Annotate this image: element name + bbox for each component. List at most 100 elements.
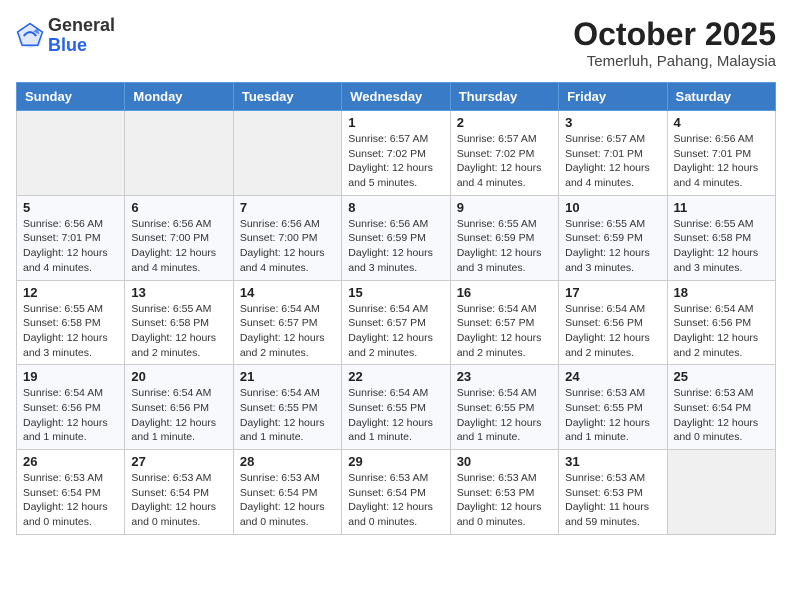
day-number: 16 (457, 285, 552, 300)
calendar-cell (17, 111, 125, 196)
calendar-cell: 26Sunrise: 6:53 AM Sunset: 6:54 PM Dayli… (17, 450, 125, 535)
calendar-cell: 7 Sunrise: 6:56 AM Sunset: 7:00 PM Daylig… (233, 195, 341, 280)
calendar-cell: 19Sunrise: 6:54 AM Sunset: 6:56 PM Dayli… (17, 365, 125, 450)
calendar-cell: 5 Sunrise: 6:56 AM Sunset: 7:01 PM Daylig… (17, 195, 125, 280)
title-block: October 2025 Temerluh, Pahang, Malaysia (573, 16, 776, 70)
day-info: Sunrise: 6:56 AM Sunset: 6:59 PM Dayligh… (348, 217, 443, 276)
day-info: Sunrise: 6:53 AM Sunset: 6:54 PM Dayligh… (674, 386, 769, 445)
calendar-cell: 18Sunrise: 6:54 AM Sunset: 6:56 PM Dayli… (667, 280, 775, 365)
calendar-cell: 17 Sunrise: 6:54 AM Sunset: 6:56 PM Dayli… (559, 280, 667, 365)
calendar-week-row: 19Sunrise: 6:54 AM Sunset: 6:56 PM Dayli… (17, 365, 776, 450)
calendar-cell: 10Sunrise: 6:55 AM Sunset: 6:59 PM Dayli… (559, 195, 667, 280)
day-number: 11 (674, 200, 769, 215)
calendar-cell: 14 Sunrise: 6:54 AM Sunset: 6:57 PM Dayli… (233, 280, 341, 365)
calendar-cell: 9 Sunrise: 6:55 AM Sunset: 6:59 PM Daylig… (450, 195, 558, 280)
location: Temerluh, Pahang, Malaysia (573, 53, 776, 70)
calendar-cell: 4 Sunrise: 6:56 AM Sunset: 7:01 PM Daylig… (667, 111, 775, 196)
day-info: Sunrise: 6:53 AM Sunset: 6:54 PM Dayligh… (131, 471, 226, 530)
day-info: Sunrise: 6:55 AM Sunset: 6:59 PM Dayligh… (565, 217, 660, 276)
page-header: General Blue October 2025 Temerluh, Paha… (16, 16, 776, 70)
calendar-cell: 20 Sunrise: 6:54 AM Sunset: 6:56 PM Dayli… (125, 365, 233, 450)
day-number: 7 (240, 200, 335, 215)
day-info: Sunrise: 6:53 AM Sunset: 6:53 PM Dayligh… (565, 471, 660, 530)
calendar-cell: 2 Sunrise: 6:57 AM Sunset: 7:02 PM Daylig… (450, 111, 558, 196)
day-number: 1 (348, 115, 443, 130)
calendar-table: SundayMondayTuesdayWednesdayThursdayFrid… (16, 82, 776, 535)
day-info: Sunrise: 6:57 AM Sunset: 7:01 PM Dayligh… (565, 132, 660, 191)
day-info: Sunrise: 6:54 AM Sunset: 6:56 PM Dayligh… (674, 302, 769, 361)
day-number: 23 (457, 369, 552, 384)
calendar-cell (125, 111, 233, 196)
calendar-week-row: 12 Sunrise: 6:55 AM Sunset: 6:58 PM Dayli… (17, 280, 776, 365)
day-info: Sunrise: 6:53 AM Sunset: 6:55 PM Dayligh… (565, 386, 660, 445)
day-number: 12 (23, 285, 118, 300)
day-number: 28 (240, 454, 335, 469)
day-info: Sunrise: 6:56 AM Sunset: 7:00 PM Dayligh… (131, 217, 226, 276)
calendar-cell: 8 Sunrise: 6:56 AM Sunset: 6:59 PM Daylig… (342, 195, 450, 280)
day-info: Sunrise: 6:55 AM Sunset: 6:58 PM Dayligh… (131, 302, 226, 361)
day-header-friday: Friday (559, 83, 667, 111)
day-number: 25 (674, 369, 769, 384)
day-number: 4 (674, 115, 769, 130)
day-header-saturday: Saturday (667, 83, 775, 111)
calendar-cell: 1 Sunrise: 6:57 AM Sunset: 7:02 PM Daylig… (342, 111, 450, 196)
day-info: Sunrise: 6:56 AM Sunset: 7:01 PM Dayligh… (23, 217, 118, 276)
day-info: Sunrise: 6:54 AM Sunset: 6:57 PM Dayligh… (348, 302, 443, 361)
day-header-thursday: Thursday (450, 83, 558, 111)
calendar-cell: 23Sunrise: 6:54 AM Sunset: 6:55 PM Dayli… (450, 365, 558, 450)
calendar-header-row: SundayMondayTuesdayWednesdayThursdayFrid… (17, 83, 776, 111)
day-info: Sunrise: 6:56 AM Sunset: 7:01 PM Dayligh… (674, 132, 769, 191)
day-info: Sunrise: 6:53 AM Sunset: 6:54 PM Dayligh… (348, 471, 443, 530)
calendar-cell: 15 Sunrise: 6:54 AM Sunset: 6:57 PM Dayli… (342, 280, 450, 365)
calendar-cell: 29Sunrise: 6:53 AM Sunset: 6:54 PM Dayli… (342, 450, 450, 535)
day-number: 6 (131, 200, 226, 215)
day-info: Sunrise: 6:56 AM Sunset: 7:00 PM Dayligh… (240, 217, 335, 276)
day-info: Sunrise: 6:57 AM Sunset: 7:02 PM Dayligh… (457, 132, 552, 191)
day-number: 17 (565, 285, 660, 300)
day-header-monday: Monday (125, 83, 233, 111)
day-number: 3 (565, 115, 660, 130)
day-info: Sunrise: 6:54 AM Sunset: 6:57 PM Dayligh… (240, 302, 335, 361)
day-number: 27 (131, 454, 226, 469)
calendar-cell: 31Sunrise: 6:53 AM Sunset: 6:53 PM Dayli… (559, 450, 667, 535)
day-number: 24 (565, 369, 660, 384)
day-number: 13 (131, 285, 226, 300)
calendar-cell: 22Sunrise: 6:54 AM Sunset: 6:55 PM Dayli… (342, 365, 450, 450)
day-info: Sunrise: 6:54 AM Sunset: 6:56 PM Dayligh… (23, 386, 118, 445)
calendar-cell: 11 Sunrise: 6:55 AM Sunset: 6:58 PM Dayli… (667, 195, 775, 280)
calendar-cell: 12Sunrise: 6:55 AM Sunset: 6:58 PM Dayli… (17, 280, 125, 365)
day-info: Sunrise: 6:54 AM Sunset: 6:55 PM Dayligh… (348, 386, 443, 445)
month-title: October 2025 (573, 16, 776, 53)
day-info: Sunrise: 6:54 AM Sunset: 6:56 PM Dayligh… (131, 386, 226, 445)
calendar-cell: 16Sunrise: 6:54 AM Sunset: 6:57 PM Dayli… (450, 280, 558, 365)
day-info: Sunrise: 6:53 AM Sunset: 6:54 PM Dayligh… (240, 471, 335, 530)
day-info: Sunrise: 6:53 AM Sunset: 6:53 PM Dayligh… (457, 471, 552, 530)
calendar-cell: 6 Sunrise: 6:56 AM Sunset: 7:00 PM Daylig… (125, 195, 233, 280)
calendar-cell: 28 Sunrise: 6:53 AM Sunset: 6:54 PM Dayli… (233, 450, 341, 535)
calendar-cell: 24 Sunrise: 6:53 AM Sunset: 6:55 PM Dayli… (559, 365, 667, 450)
logo: General Blue (16, 16, 115, 56)
day-number: 2 (457, 115, 552, 130)
day-header-sunday: Sunday (17, 83, 125, 111)
calendar-cell: 27 Sunrise: 6:53 AM Sunset: 6:54 PM Dayli… (125, 450, 233, 535)
calendar-cell (233, 111, 341, 196)
day-number: 8 (348, 200, 443, 215)
calendar-cell: 25 Sunrise: 6:53 AM Sunset: 6:54 PM Dayli… (667, 365, 775, 450)
calendar-cell (667, 450, 775, 535)
calendar-cell: 21Sunrise: 6:54 AM Sunset: 6:55 PM Dayli… (233, 365, 341, 450)
day-number: 15 (348, 285, 443, 300)
day-number: 5 (23, 200, 118, 215)
calendar-week-row: 5 Sunrise: 6:56 AM Sunset: 7:01 PM Daylig… (17, 195, 776, 280)
day-info: Sunrise: 6:57 AM Sunset: 7:02 PM Dayligh… (348, 132, 443, 191)
day-number: 9 (457, 200, 552, 215)
day-number: 14 (240, 285, 335, 300)
logo-icon (16, 22, 44, 50)
day-info: Sunrise: 6:53 AM Sunset: 6:54 PM Dayligh… (23, 471, 118, 530)
day-info: Sunrise: 6:54 AM Sunset: 6:56 PM Dayligh… (565, 302, 660, 361)
day-header-tuesday: Tuesday (233, 83, 341, 111)
day-info: Sunrise: 6:55 AM Sunset: 6:59 PM Dayligh… (457, 217, 552, 276)
day-info: Sunrise: 6:55 AM Sunset: 6:58 PM Dayligh… (674, 217, 769, 276)
day-number: 20 (131, 369, 226, 384)
logo-text: General Blue (48, 16, 115, 56)
calendar-cell: 3 Sunrise: 6:57 AM Sunset: 7:01 PM Daylig… (559, 111, 667, 196)
